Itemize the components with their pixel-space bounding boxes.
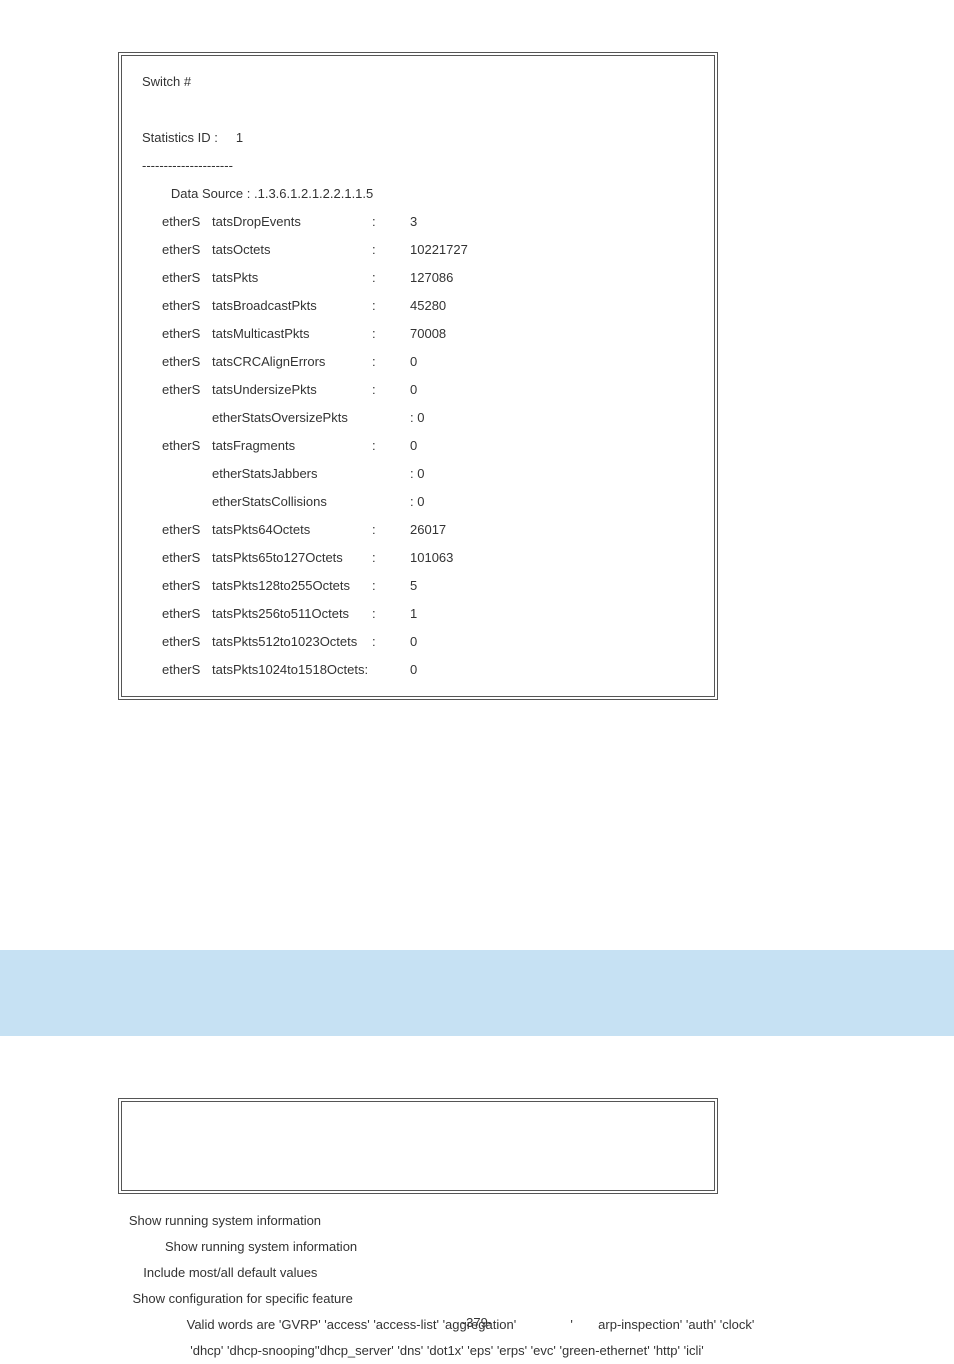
table-row: etherStatsCollisions : 0 [142, 492, 704, 520]
section-band [0, 950, 954, 1036]
definition-line: 'dhcp' 'dhcp-snooping''dhcp_server' 'dns… [118, 1338, 938, 1364]
terminal-stats-id: Statistics ID : 1 [142, 128, 704, 156]
table-row: etherStatsJabbers : 0 [142, 464, 704, 492]
table-row: etherStatsBroadcastPkts: 45280 [142, 296, 704, 324]
table-row: etherStatsOctets: 10221727 [142, 240, 704, 268]
terminal-output-box: Switch # Statistics ID : 1 -------------… [118, 52, 718, 700]
table-row: etherStatsMulticastPkts: 70008 [142, 324, 704, 352]
table-row: etherStatsOversizePkts : 0 [142, 408, 704, 436]
definitions-block: Show running system information Show run… [118, 1208, 938, 1364]
definition-line: Show configuration for specific feature [118, 1286, 938, 1312]
table-row: etherStatsPkts64Octets: 26017 [142, 520, 704, 548]
table-row: etherStatsPkts512to1023Octets:0 [142, 632, 704, 660]
terminal-blank [142, 100, 704, 128]
page-number: -379- [0, 1315, 954, 1330]
table-row: etherStatsFragments: 0 [142, 436, 704, 464]
table-row: etherStatsPkts: 127086 [142, 268, 704, 296]
terminal-prompt: Switch # [142, 72, 704, 100]
definition-line: Show running system information [118, 1208, 938, 1234]
table-row: etherStatsPkts65to127Octets: 101063 [142, 548, 704, 576]
table-row: etherStatsUndersizePkts: 0 [142, 380, 704, 408]
syntax-box [118, 1098, 718, 1194]
table-row: etherStatsDropEvents: 3 [142, 212, 704, 240]
terminal-data-source: Data Source : .1.3.6.1.2.1.2.2.1.1.5 [142, 184, 704, 212]
table-row: etherStatsPkts256to511Octets: 1 [142, 604, 704, 632]
table-row: etherStatsPkts128to255Octets: 5 [142, 576, 704, 604]
definition-line: Show running system information [118, 1234, 938, 1260]
table-row: etherStatsCRCAlignErrors: 0 [142, 352, 704, 380]
definition-line: Include most/all default values [118, 1260, 938, 1286]
table-row: etherStatsPkts1024to1518Octets:0 [142, 660, 704, 688]
terminal-separator: --------------------- [142, 156, 704, 184]
